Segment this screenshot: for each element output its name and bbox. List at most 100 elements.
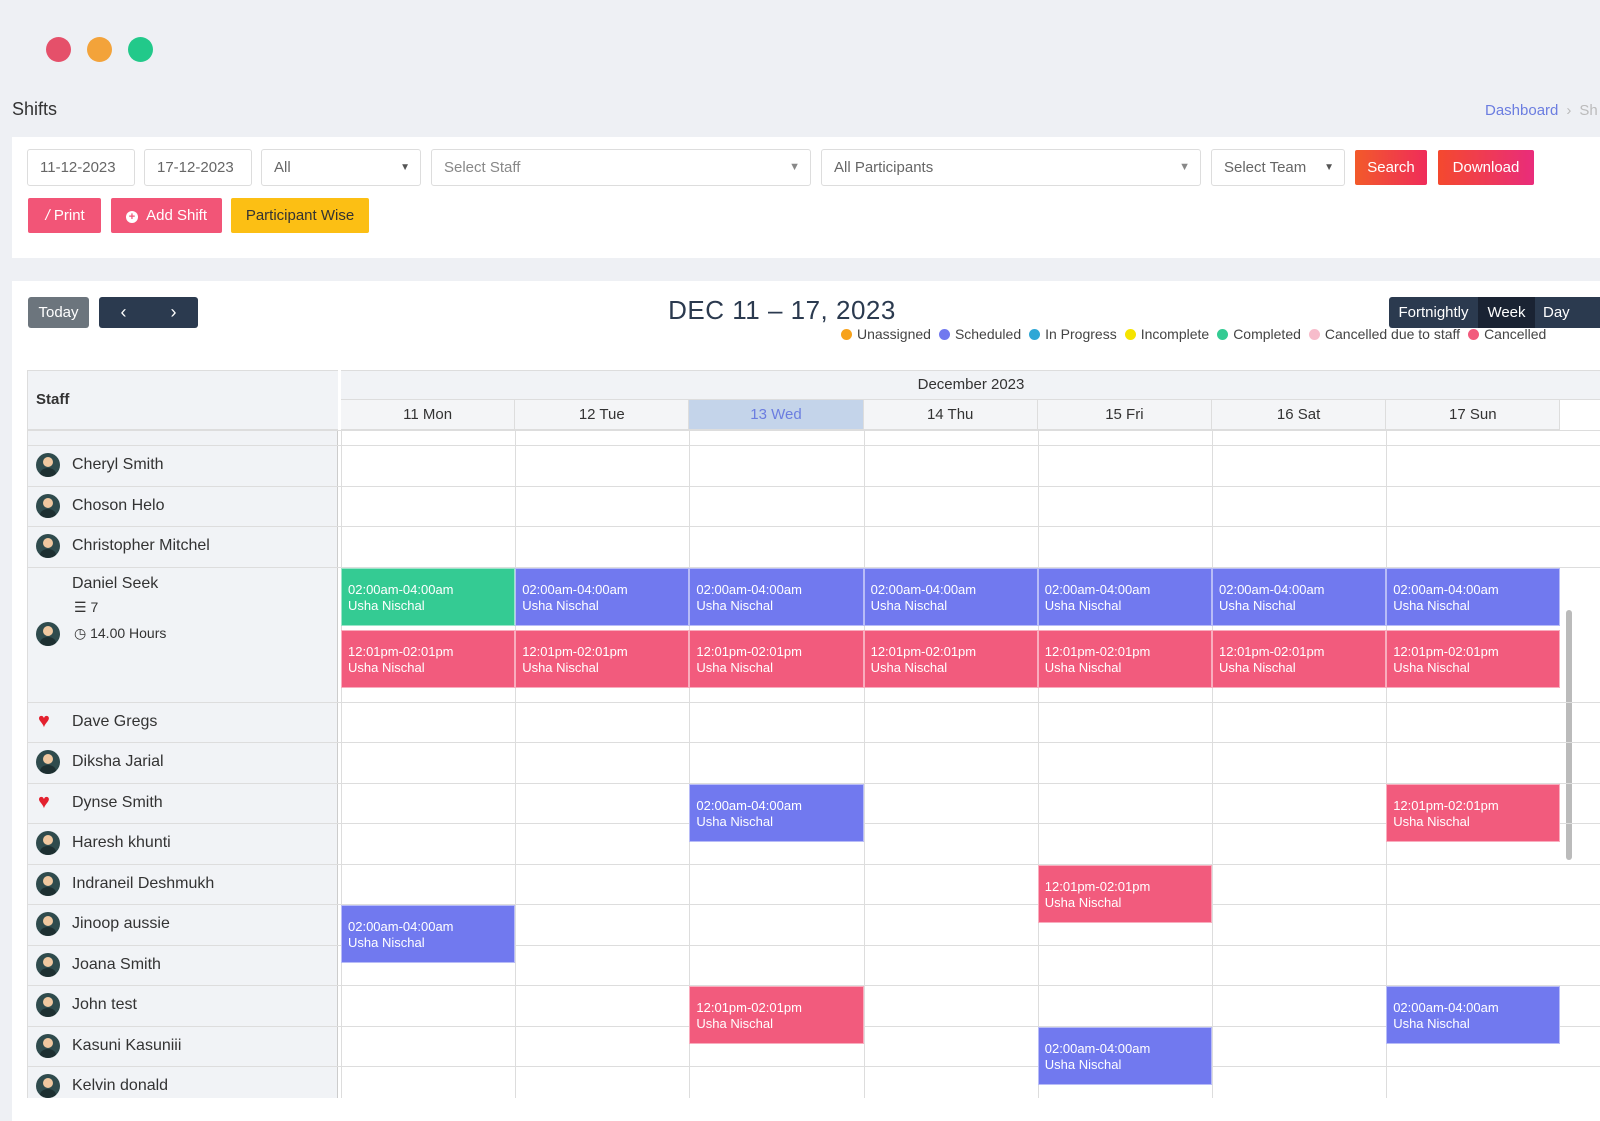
shift-time: 02:00am-04:00am bbox=[1044, 1040, 1151, 1056]
breadcrumb-home-link[interactable]: Dashboard bbox=[1485, 102, 1558, 119]
shift-participant: Usha Nischal bbox=[1044, 659, 1122, 675]
shift-participant: Usha Nischal bbox=[1044, 1056, 1122, 1072]
staff-row[interactable]: John test bbox=[28, 985, 338, 1026]
shift-event[interactable]: 12:01pm-02:01pm Usha Nischal bbox=[863, 629, 1038, 688]
staff-row[interactable]: ♥ Dave Gregs bbox=[28, 702, 338, 743]
shift-event[interactable]: 02:00am-04:00am Usha Nischal bbox=[689, 567, 864, 626]
shift-event[interactable]: 02:00am-04:00am Usha Nischal bbox=[1386, 986, 1561, 1044]
close-window-button[interactable] bbox=[46, 37, 71, 62]
shift-event[interactable]: 02:00am-04:00am Usha Nischal bbox=[863, 567, 1038, 626]
shift-event[interactable]: 02:00am-04:00am Usha Nischal bbox=[341, 567, 516, 626]
shift-event[interactable]: 02:00am-04:00am Usha Nischal bbox=[515, 567, 690, 626]
scrollbar[interactable] bbox=[1561, 430, 1573, 1098]
shift-time: 02:00am-04:00am bbox=[1044, 581, 1151, 597]
staff-name[interactable]: John test bbox=[72, 996, 137, 1014]
minimize-window-button[interactable] bbox=[87, 37, 112, 62]
staff-name[interactable]: Haresh khunti bbox=[72, 834, 171, 852]
shift-participant: Usha Nischal bbox=[1044, 894, 1122, 910]
end-date-input[interactable]: 17-12-2023 bbox=[144, 149, 252, 186]
shift-time: 02:00am-04:00am bbox=[522, 581, 628, 597]
shift-participant: Usha Nischal bbox=[696, 1016, 773, 1031]
start-date-input[interactable]: 11-12-2023 bbox=[27, 149, 135, 186]
view-week-button[interactable]: Week bbox=[1478, 297, 1535, 328]
shift-event[interactable]: 12:01pm-02:01pm Usha Nischal bbox=[1386, 783, 1561, 842]
team-select[interactable]: Select Team ▼ bbox=[1211, 149, 1345, 186]
shift-event[interactable]: 02:00am-04:00am Usha Nischal bbox=[1212, 567, 1387, 626]
avatar-face bbox=[43, 875, 53, 886]
staff-row[interactable]: Daniel Seek ☰ 7 ◷ 14.00 Hours bbox=[28, 567, 338, 702]
staff-row[interactable]: Kasuni Kasuniii bbox=[28, 1026, 338, 1067]
heart-icon: ♥ bbox=[38, 790, 50, 813]
shift-event[interactable]: 12:01pm-02:01pm Usha Nischal bbox=[1037, 864, 1212, 923]
staff-row[interactable]: ♥ Dynse Smith bbox=[28, 783, 338, 824]
shift-event[interactable]: 12:01pm-02:01pm Usha Nischal bbox=[1212, 629, 1387, 688]
staff-name[interactable]: Kasuni Kasuniii bbox=[72, 1037, 181, 1055]
day-header-17[interactable]: 17 Sun bbox=[1386, 400, 1561, 430]
day-header-11[interactable]: 11 Mon bbox=[341, 400, 516, 430]
avatar-face bbox=[43, 754, 53, 765]
staff-row[interactable]: Christopher Mitchel bbox=[28, 526, 338, 567]
shift-event[interactable]: 12:01pm-02:01pm Usha Nischal bbox=[689, 986, 864, 1044]
view-fortnightly-button[interactable]: Fortnightly bbox=[1389, 297, 1478, 328]
staff-name[interactable]: Daniel Seek bbox=[72, 575, 158, 593]
shift-participant: Usha Nischal bbox=[348, 659, 425, 675]
day-header-14[interactable]: 14 Thu bbox=[863, 400, 1038, 430]
staff-name[interactable]: Christopher Mitchel bbox=[72, 537, 210, 555]
shift-event[interactable]: 12:01pm-02:01pm Usha Nischal bbox=[341, 629, 516, 688]
shift-event[interactable]: 12:01pm-02:01pm Usha Nischal bbox=[689, 629, 864, 688]
staff-name[interactable]: Jinoop aussie bbox=[72, 915, 170, 933]
chevron-down-icon: ▼ bbox=[400, 162, 410, 173]
day-name: Thu bbox=[943, 406, 974, 423]
shift-time: 12:01pm-02:01pm bbox=[696, 643, 802, 659]
avatar-face bbox=[43, 626, 53, 636]
shift-event[interactable]: 12:01pm-02:01pm Usha Nischal bbox=[1386, 629, 1561, 688]
day-header-13[interactable]: 13 Wed bbox=[689, 400, 864, 430]
shift-time: 02:00am-04:00am bbox=[696, 581, 802, 597]
staff-name[interactable]: Dynse Smith bbox=[72, 794, 163, 812]
staff-name[interactable]: Indraneil Deshmukh bbox=[72, 875, 214, 893]
staff-name[interactable]: Cheryl Smith bbox=[72, 456, 164, 474]
staff-row[interactable]: Choson Helo bbox=[28, 486, 338, 527]
add-shift-button[interactable]: + Add Shift bbox=[111, 198, 222, 233]
staff-name[interactable]: Dave Gregs bbox=[72, 713, 157, 731]
view-day-button[interactable]: Day bbox=[1535, 297, 1600, 328]
staff-row[interactable]: Diksha Jarial bbox=[28, 742, 338, 783]
staff-row[interactable]: Joana Smith bbox=[28, 945, 338, 986]
day-header-16[interactable]: 16 Sat bbox=[1212, 400, 1387, 430]
caret-down-icon: ▼ bbox=[1179, 161, 1190, 173]
staff-row[interactable]: Cheryl Smith bbox=[28, 445, 338, 486]
type-select[interactable]: All ▼ bbox=[261, 149, 421, 186]
participants-select[interactable]: All Participants ▼ bbox=[821, 149, 1201, 186]
search-button[interactable]: Search bbox=[1355, 150, 1427, 185]
avatar-body bbox=[40, 927, 56, 937]
staff-name[interactable]: Diksha Jarial bbox=[72, 753, 164, 771]
staff-row[interactable]: Indraneil Deshmukh bbox=[28, 864, 338, 905]
legend-item: Cancelled bbox=[1468, 326, 1546, 342]
download-button[interactable]: Download bbox=[1438, 150, 1534, 185]
staff-name[interactable]: Joana Smith bbox=[72, 956, 161, 974]
shift-event[interactable]: 02:00am-04:00am Usha Nischal bbox=[1386, 567, 1561, 626]
day-header-15[interactable]: 15 Fri bbox=[1037, 400, 1212, 430]
shift-participant: Usha Nischal bbox=[348, 935, 425, 950]
shift-event[interactable]: 12:01pm-02:01pm Usha Nischal bbox=[1037, 629, 1212, 688]
shift-event[interactable]: 02:00am-04:00am Usha Nischal bbox=[341, 905, 516, 963]
participant-wise-button[interactable]: Participant Wise bbox=[231, 198, 369, 233]
shift-event[interactable]: 02:00am-04:00am Usha Nischal bbox=[1037, 567, 1212, 626]
maximize-window-button[interactable] bbox=[128, 37, 153, 62]
staff-name[interactable]: Kelvin donald bbox=[72, 1077, 168, 1095]
legend-label: Incomplete bbox=[1140, 326, 1210, 342]
print-button[interactable]: / Print bbox=[28, 198, 101, 233]
shift-event[interactable]: 02:00am-04:00am Usha Nischal bbox=[1037, 1026, 1212, 1085]
day-header-12[interactable]: 12 Tue bbox=[515, 400, 690, 430]
clock-icon: ◷ bbox=[74, 624, 87, 641]
shift-event[interactable]: 02:00am-04:00am Usha Nischal bbox=[689, 783, 864, 842]
staff-row[interactable]: Kelvin donald bbox=[28, 1066, 338, 1098]
staff-row[interactable]: Haresh khunti bbox=[28, 823, 338, 864]
schedule-grid: Staff December 2023 11 Mon 12 Tue 13 Wed 14… bbox=[27, 370, 1600, 1098]
staff-name[interactable]: Choson Helo bbox=[72, 497, 165, 515]
staff-select[interactable]: Select Staff ▼ bbox=[431, 149, 811, 186]
shift-participant: Usha Nischal bbox=[1219, 659, 1296, 675]
month-header: December 2023 bbox=[341, 370, 1600, 400]
shift-event[interactable]: 12:01pm-02:01pm Usha Nischal bbox=[515, 629, 690, 688]
staff-row[interactable]: Jinoop aussie bbox=[28, 904, 338, 945]
